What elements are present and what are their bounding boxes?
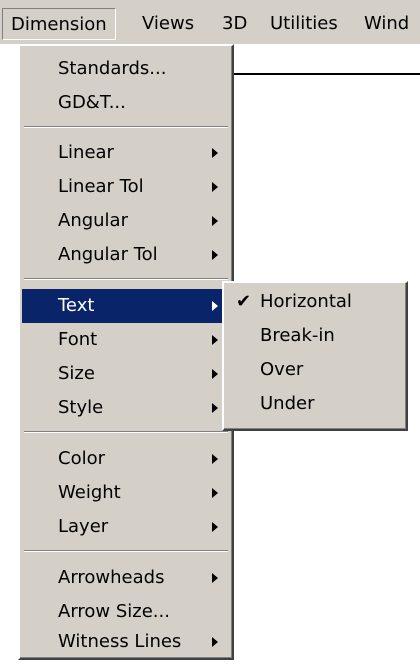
- menu-item-label: Linear: [58, 142, 114, 163]
- menu-separator: [24, 278, 228, 280]
- submenu-item-under[interactable]: Under: [226, 387, 404, 421]
- menu-item-label: Arrowheads: [58, 567, 165, 588]
- submenu-arrow-icon: [212, 182, 218, 192]
- menu-item-label: Witness Lines: [58, 631, 182, 652]
- menu-item-label: Layer: [58, 516, 109, 537]
- menu-item-label: Font: [58, 329, 98, 350]
- menu-item-label: Size: [58, 363, 95, 384]
- menu-window[interactable]: Wind: [356, 8, 417, 40]
- submenu-arrow-icon: [212, 488, 218, 498]
- menu-separator: [24, 550, 228, 552]
- menu-3d[interactable]: 3D: [214, 8, 255, 40]
- submenu-item-over[interactable]: Over: [226, 353, 404, 387]
- menu-item-label: Style: [58, 397, 104, 418]
- submenu-item-label: Under: [260, 393, 315, 414]
- menu-item-linear[interactable]: Linear: [22, 136, 230, 170]
- submenu-item-break-in[interactable]: Break-in: [226, 319, 404, 353]
- submenu-arrow-icon: [212, 148, 218, 158]
- menu-views[interactable]: Views: [134, 8, 202, 40]
- menu-item-linear-tol[interactable]: Linear Tol: [22, 170, 230, 204]
- submenu-arrow-icon: [212, 573, 218, 583]
- menu-item-standards[interactable]: Standards...: [22, 52, 230, 86]
- menu-separator: [24, 431, 228, 433]
- text-submenu: ✔ Horizontal Break-in Over Under: [222, 281, 408, 431]
- checkmark-icon: ✔: [236, 291, 252, 312]
- submenu-arrow-icon: [212, 335, 218, 345]
- menu-item-font[interactable]: Font: [22, 323, 230, 357]
- menu-item-label: Angular Tol: [58, 244, 158, 265]
- menu-item-angular[interactable]: Angular: [22, 204, 230, 238]
- document-line: [232, 73, 420, 75]
- menu-item-size[interactable]: Size: [22, 357, 230, 391]
- submenu-arrow-icon: [212, 454, 218, 464]
- menu-dimension[interactable]: Dimension: [2, 8, 116, 40]
- menu-utilities[interactable]: Utilities: [262, 8, 346, 40]
- menu-item-style[interactable]: Style: [22, 391, 230, 425]
- submenu-arrow-icon: [212, 637, 218, 647]
- submenu-arrow-icon: [212, 250, 218, 260]
- menu-item-label: Text: [58, 295, 95, 316]
- submenu-arrow-icon: [212, 522, 218, 532]
- menu-item-label: Linear Tol: [58, 176, 144, 197]
- dimension-menu: Standards... GD&T... Linear Linear Tol A…: [18, 44, 234, 660]
- menu-item-angular-tol[interactable]: Angular Tol: [22, 238, 230, 272]
- menu-item-label: Angular: [58, 210, 128, 231]
- submenu-item-label: Break-in: [260, 325, 335, 346]
- menu-item-color[interactable]: Color: [22, 442, 230, 476]
- menu-bar: Dimension Views 3D Utilities Wind: [0, 0, 420, 44]
- menu-item-gdt[interactable]: GD&T...: [22, 86, 230, 120]
- menu-separator: [24, 126, 228, 128]
- submenu-arrow-icon: [212, 403, 218, 413]
- submenu-arrow-icon: [212, 369, 218, 379]
- menu-item-label: Color: [58, 448, 105, 469]
- submenu-arrow-icon: [212, 216, 218, 226]
- submenu-item-label: Horizontal: [260, 291, 352, 312]
- menu-item-label: Arrow Size...: [58, 601, 170, 622]
- menu-item-label: Standards...: [58, 58, 167, 79]
- menu-item-weight[interactable]: Weight: [22, 476, 230, 510]
- menu-item-arrow-size[interactable]: Arrow Size...: [22, 595, 230, 629]
- menu-item-witness-lines[interactable]: Witness Lines: [22, 625, 230, 659]
- submenu-item-horizontal[interactable]: ✔ Horizontal: [226, 285, 404, 319]
- menu-item-layer[interactable]: Layer: [22, 510, 230, 544]
- menu-item-label: GD&T...: [58, 92, 126, 113]
- menu-item-label: Weight: [58, 482, 121, 503]
- submenu-item-label: Over: [260, 359, 304, 380]
- menu-item-arrowheads[interactable]: Arrowheads: [22, 561, 230, 595]
- menu-item-text[interactable]: Text: [22, 289, 230, 323]
- submenu-arrow-icon: [212, 301, 218, 311]
